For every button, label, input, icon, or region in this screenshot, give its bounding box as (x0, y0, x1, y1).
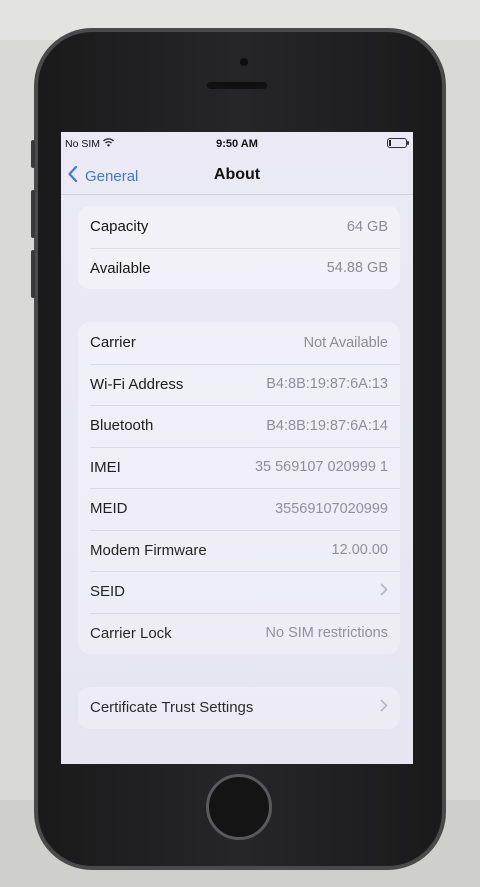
row-label: Bluetooth (90, 417, 154, 435)
front-camera (240, 58, 248, 66)
volume-down-button (31, 250, 35, 298)
row-value: 35569107020999 (275, 500, 388, 517)
row-label: IMEI (90, 458, 121, 476)
certificate-trust-settings-row[interactable]: Certificate Trust Settings (78, 687, 400, 729)
row-label: Certificate Trust Settings (90, 699, 254, 717)
row-label: Carrier Lock (90, 624, 172, 642)
meid-row: MEID 35569107020999 (78, 488, 400, 530)
status-time: 9:50 AM (216, 138, 258, 150)
volume-up-button (31, 190, 35, 238)
home-button[interactable] (206, 774, 272, 840)
carrier-row: Carrier Not Available (78, 322, 400, 364)
chevron-right-icon (380, 699, 388, 717)
status-bar: No SIM 9:50 AM (61, 132, 413, 154)
mute-switch (31, 140, 35, 168)
wifi-address-row: Wi-Fi Address B4:8B:19:87:6A:13 (78, 363, 400, 406)
capacity-row: Capacity 64 GB (78, 206, 400, 248)
bluetooth-row: Bluetooth B4:8B:19:87:6A:14 (78, 405, 400, 447)
row-value: 54.88 GB (326, 260, 388, 277)
carrier-lock-row: Carrier Lock No SIM restrictions (78, 612, 400, 655)
row-value: B4:8B:19:87:6A:14 (266, 417, 388, 434)
page-title: About (213, 166, 261, 183)
row-label: MEID (90, 500, 128, 518)
row-value: Not Available (303, 334, 388, 351)
earpiece-speaker (207, 82, 267, 89)
row-value: 12.00.00 (331, 542, 388, 559)
seid-row[interactable]: SEID (78, 571, 400, 613)
row-label: Modem Firmware (90, 541, 207, 559)
modem-firmware-row: Modem Firmware 12.00.00 (78, 529, 400, 572)
battery-level (389, 140, 391, 146)
chevron-right-icon (380, 583, 388, 601)
screen: No SIM 9:50 AM General About Capacity 64… (61, 132, 413, 764)
storage-group: Capacity 64 GB Available 54.88 GB (78, 206, 400, 289)
certificate-group: Certificate Trust Settings (78, 687, 400, 729)
row-value: 35 569107 020999 1 (254, 459, 388, 476)
row-label: Wi-Fi Address (90, 375, 184, 393)
row-value: No SIM restrictions (265, 625, 388, 642)
navigation-bar: General About (61, 154, 413, 195)
row-value: B4:8B:19:87:6A:13 (266, 376, 388, 393)
row-value: 64 GB (346, 218, 388, 235)
network-group: Carrier Not Available Wi-Fi Address B4:8… (78, 322, 400, 654)
row-label: Capacity (90, 218, 149, 236)
row-label: Available (90, 259, 151, 277)
imei-row: IMEI 35 569107 020999 1 (78, 446, 400, 489)
row-label: Carrier (90, 334, 136, 352)
row-label: SEID (90, 583, 126, 601)
available-row: Available 54.88 GB (78, 247, 400, 290)
battery-icon (387, 138, 409, 148)
